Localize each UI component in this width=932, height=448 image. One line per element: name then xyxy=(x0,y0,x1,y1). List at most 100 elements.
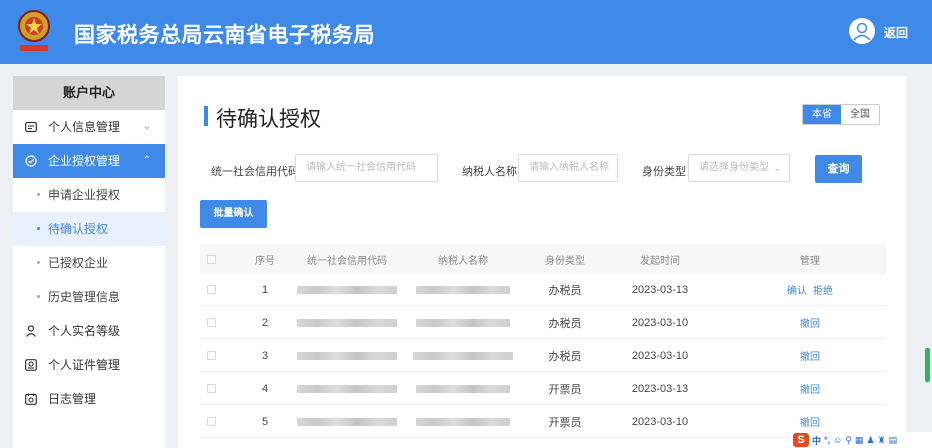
id-card-icon xyxy=(25,359,37,371)
sidebar-item-logs[interactable]: 日志管理 xyxy=(13,382,165,416)
identity-type-placeholder: 请选择身份类型 xyxy=(699,162,769,173)
blurred-credit-code xyxy=(297,318,397,327)
user-icon[interactable]: ♟ xyxy=(866,435,874,446)
region-option-province[interactable]: 本省 xyxy=(803,105,841,124)
sidebar-item-realname-level[interactable]: 个人实名等级 xyxy=(13,314,165,348)
credit-code-placeholder: 请输入统一社会信用代码 xyxy=(306,162,416,173)
sidebar-subitem-label: 已授权企业 xyxy=(48,256,109,270)
row-time: 2023-03-10 xyxy=(631,415,689,428)
taxpayer-name-placeholder: 请输入纳税人名称 xyxy=(529,162,609,173)
table-row: 3 办税员 2023-03-10 撤回 xyxy=(200,340,886,372)
col-header-no: 序号 xyxy=(255,255,275,267)
shirt-icon[interactable]: ♜ xyxy=(878,435,886,446)
search-button[interactable]: 查询 xyxy=(815,155,862,183)
table-row: 4 开票员 2023-03-13 撤回 xyxy=(200,373,886,405)
row-identity-type: 办税员 xyxy=(548,317,582,330)
blurred-credit-code xyxy=(297,351,397,360)
credit-code-label: 统一社会信用代码 xyxy=(211,166,299,178)
row-checkbox[interactable] xyxy=(206,285,216,294)
bullet-dot-icon xyxy=(37,227,40,230)
row-checkbox[interactable] xyxy=(206,384,216,393)
back-link[interactable]: 返回 xyxy=(884,24,908,41)
emoji-icon[interactable]: ☺ xyxy=(833,435,842,445)
row-no: 5 xyxy=(261,415,269,428)
sogou-ime-icon[interactable]: S xyxy=(793,433,809,447)
tax-emblem-icon xyxy=(18,10,50,51)
chevron-down-icon: ⌄ xyxy=(773,163,781,173)
table-row: 2 办税员 2023-03-10 撤回 xyxy=(200,307,886,339)
log-icon xyxy=(25,393,37,405)
blurred-taxpayer-name xyxy=(416,318,510,327)
grid-icon[interactable]: ▤ xyxy=(889,435,898,446)
blurred-credit-code xyxy=(297,285,397,294)
blurred-taxpayer-name xyxy=(416,417,510,426)
row-time: 2023-03-10 xyxy=(631,349,689,362)
site-title: 国家税务总局云南省电子税务局 xyxy=(74,24,375,47)
person-level-icon xyxy=(26,325,36,337)
col-header-credit-code: 统一社会信用代码 xyxy=(307,255,387,267)
sidebar-subitem-apply-auth[interactable]: 申请企业授权 xyxy=(13,178,165,212)
table-row: 1 办税员 2023-03-13 确认 拒绝 xyxy=(200,274,886,306)
sidebar-item-label: 个人实名等级 xyxy=(48,324,121,338)
sidebar-subitem-history[interactable]: 历史管理信息 xyxy=(13,280,165,314)
page-title: 待确认授权 xyxy=(216,108,321,131)
user-card-icon xyxy=(25,121,37,133)
batch-confirm-button[interactable]: 批量确认 xyxy=(200,200,267,228)
col-header-taxpayer-name: 纳税人名称 xyxy=(438,255,488,267)
sidebar-item-personal-info[interactable]: 个人信息管理 ⌄ xyxy=(13,110,165,144)
region-toggle: 本省 全国 xyxy=(802,104,880,125)
reject-link[interactable]: 拒绝 xyxy=(813,282,833,297)
sidebar-item-id-docs[interactable]: 个人证件管理 xyxy=(13,348,165,382)
sidebar: 账户中心 个人信息管理 ⌄ 企业授权管理 ⌃ 申请企业授权 待确认授权 已授权企… xyxy=(13,76,165,448)
blurred-credit-code xyxy=(297,417,397,426)
withdraw-link[interactable]: 撤回 xyxy=(800,315,820,330)
taxpayer-name-input[interactable]: 请输入纳税人名称 xyxy=(518,154,618,182)
ime-mode-label[interactable]: 中 xyxy=(812,434,821,447)
punctuation-icon[interactable]: °, xyxy=(824,435,830,445)
select-all-checkbox[interactable] xyxy=(206,254,216,264)
user-avatar-icon[interactable] xyxy=(849,18,875,44)
row-checkbox[interactable] xyxy=(206,351,216,360)
region-option-national[interactable]: 全国 xyxy=(841,105,879,124)
withdraw-link[interactable]: 撤回 xyxy=(800,414,820,429)
withdraw-link[interactable]: 撤回 xyxy=(800,348,820,363)
floating-scroll-indicator[interactable] xyxy=(925,348,930,382)
microphone-icon[interactable]: ⚲ xyxy=(845,435,852,446)
main-panel: 待确认授权 本省 全国 统一社会信用代码 请输入统一社会信用代码 纳税人名称 请… xyxy=(178,76,906,448)
identity-type-label: 身份类型 xyxy=(642,166,686,178)
ime-toolbar: S 中 °, ☺ ⚲ ▦ ♟ ♜ ▤ xyxy=(790,432,932,448)
identity-type-select[interactable]: 请选择身份类型 ⌄ xyxy=(688,154,790,182)
sidebar-subitem-pending-auth[interactable]: 待确认授权 xyxy=(13,212,165,246)
sidebar-item-label: 日志管理 xyxy=(48,392,97,406)
credit-code-input[interactable]: 请输入统一社会信用代码 xyxy=(295,154,438,182)
row-checkbox[interactable] xyxy=(206,417,216,426)
blurred-credit-code xyxy=(297,384,397,393)
sidebar-subitem-label: 申请企业授权 xyxy=(48,188,121,202)
row-time: 2023-03-13 xyxy=(631,283,689,296)
sidebar-subitem-label: 历史管理信息 xyxy=(48,290,121,304)
confirm-link[interactable]: 确认 xyxy=(787,282,807,297)
sidebar-header: 账户中心 xyxy=(13,76,165,110)
sidebar-subitem-authorized[interactable]: 已授权企业 xyxy=(13,246,165,280)
chevron-down-icon: ⌄ xyxy=(142,121,151,132)
bullet-dot-icon xyxy=(37,261,40,264)
table-header: 序号 统一社会信用代码 纳税人名称 身份类型 发起时间 管理 xyxy=(200,244,886,274)
row-identity-type: 办税员 xyxy=(548,284,582,297)
table-row: 5 开票员 2023-03-10 撤回 xyxy=(200,406,886,438)
col-header-identity-type: 身份类型 xyxy=(545,255,585,267)
withdraw-link[interactable]: 撤回 xyxy=(800,381,820,396)
row-no: 2 xyxy=(261,316,269,329)
sidebar-subitem-label: 待确认授权 xyxy=(48,222,109,236)
blurred-taxpayer-name xyxy=(416,285,510,294)
row-checkbox[interactable] xyxy=(206,318,216,327)
row-no: 3 xyxy=(261,349,269,362)
col-header-actions: 管理 xyxy=(800,255,820,267)
title-accent-bar xyxy=(204,106,208,126)
keyboard-icon[interactable]: ▦ xyxy=(855,435,864,446)
sidebar-item-label: 企业授权管理 xyxy=(48,154,121,168)
top-header: 国家税务总局云南省电子税务局 返回 xyxy=(0,0,932,64)
col-header-time: 发起时间 xyxy=(640,255,680,267)
sidebar-item-label: 个人信息管理 xyxy=(48,120,121,134)
chevron-up-icon: ⌃ xyxy=(142,155,151,166)
sidebar-item-enterprise-auth[interactable]: 企业授权管理 ⌃ xyxy=(13,144,165,178)
